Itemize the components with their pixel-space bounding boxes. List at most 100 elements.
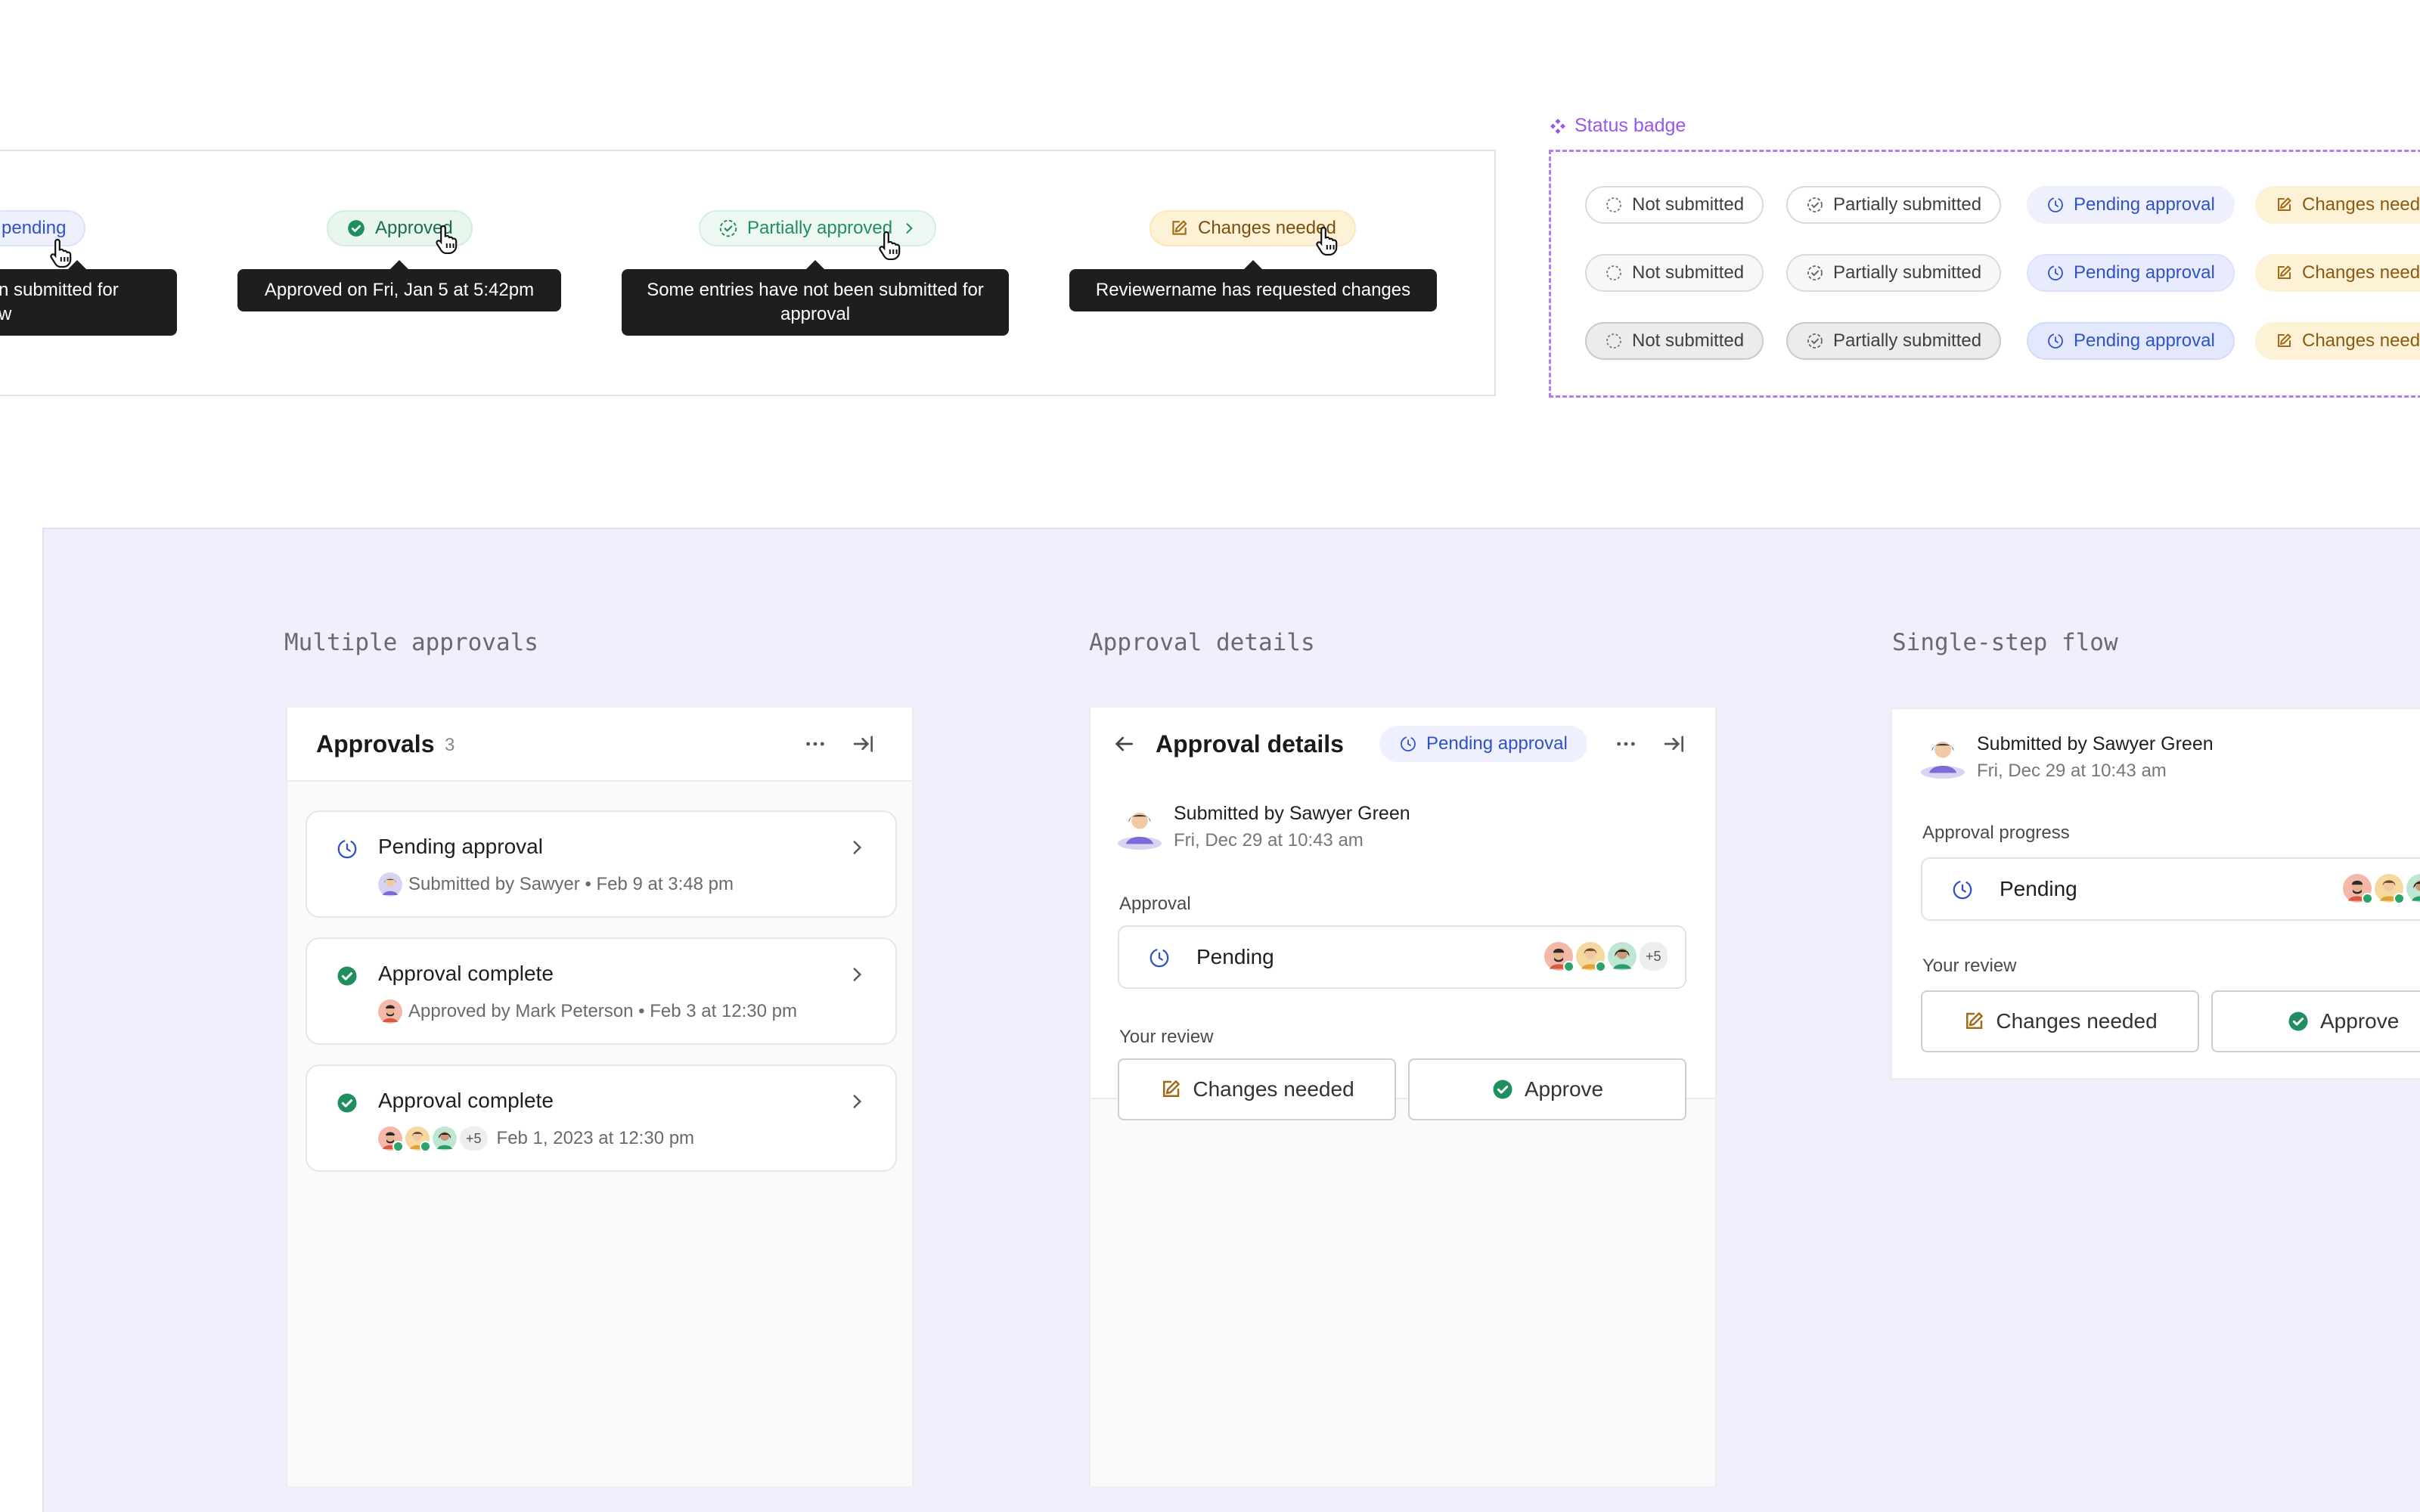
approval-card-title: Approval complete <box>378 1089 554 1112</box>
edit-icon <box>1172 220 1187 235</box>
approval-card-subtitle: Approved by Mark Peterson • Feb 3 at 12:… <box>378 999 797 1024</box>
back-arrow-icon[interactable] <box>1112 732 1136 756</box>
approve-button-label: Approve <box>1524 1077 1604 1101</box>
approve-button[interactable]: Approve <box>2211 990 2420 1052</box>
collapse-panel-icon[interactable] <box>1662 732 1686 756</box>
partial-check-icon <box>1807 265 1823 280</box>
pending-approval-badge[interactable]: Pending approval <box>1379 726 1587 762</box>
avatar <box>1576 942 1606 972</box>
submitter-name: Submitted by Sawyer Green <box>1977 733 2214 754</box>
badge-changes-needed-hover[interactable]: Changes need <box>2255 254 2420 292</box>
partial-check-icon <box>1807 333 1823 349</box>
submitted-date: Fri, Dec 29 at 10:43 am <box>1977 761 2167 781</box>
changes-needed-button[interactable]: Changes needed <box>1118 1058 1396 1120</box>
badge-label: Partially submitted <box>1833 262 1982 283</box>
approval-card[interactable]: Approval complete +5 Feb 1, 2023 at 12:3… <box>306 1064 897 1172</box>
badge-not-submitted-active[interactable]: Not submitted <box>1585 322 1764 360</box>
your-review-label: Your review <box>1922 956 2017 976</box>
edit-icon <box>1966 1012 1984 1029</box>
pending-tooltip: n submitted for w <box>0 260 177 336</box>
approval-card[interactable]: Approval complete Approved by Mark Peter… <box>306 937 897 1045</box>
check-circle-icon <box>1493 1080 1512 1099</box>
badge-label: Changes need <box>2302 262 2420 283</box>
badge-label: Changes need <box>2302 330 2420 351</box>
partial-check-icon <box>719 219 737 237</box>
approval-section-label: Approval <box>1119 894 1191 914</box>
approval-status-text: Pending <box>2000 877 2077 900</box>
badge-pending-approval-hover[interactable]: Pending approval <box>2027 254 2235 292</box>
hand-cursor-icon <box>1316 226 1338 256</box>
partially-approved-tooltip-text: Some entries have not been submitted for… <box>647 280 984 324</box>
section-title-details: Approval details <box>1089 629 1315 656</box>
changes-needed-button[interactable]: Changes needed <box>1921 990 2199 1052</box>
badge-partially-submitted-hover[interactable]: Partially submitted <box>1786 254 2002 292</box>
hand-cursor-icon <box>436 225 458 254</box>
approval-progress-label: Approval progress <box>1922 823 2070 843</box>
check-circle-icon <box>348 220 365 237</box>
approval-card-title: Pending approval <box>378 835 543 858</box>
badge-label: Pending approval <box>2074 194 2215 215</box>
approvals-panel: Approvals 3 Pending approval Submitted b… <box>286 708 914 1486</box>
badge-pending-approval-active[interactable]: Pending approval <box>2027 322 2235 360</box>
approval-card-title: Approval complete <box>378 962 554 985</box>
more-options-icon[interactable] <box>803 732 827 756</box>
badge-not-submitted-hover[interactable]: Not submitted <box>1585 254 1764 292</box>
avatar <box>1544 942 1575 972</box>
changes-needed-tooltip: Reviewername has requested changes <box>1069 260 1437 311</box>
check-circle-icon <box>337 1093 357 1113</box>
more-approvers-chip: +5 <box>1640 942 1668 971</box>
partially-approved-tooltip: Some entries have not been submitted for… <box>622 260 1009 336</box>
section-title-single: Single-step flow <box>1892 629 2118 656</box>
badge-label: Not submitted <box>1632 194 1745 215</box>
partial-check-icon <box>1807 197 1823 212</box>
badge-pending-approval[interactable]: Pending approval <box>2027 186 2235 224</box>
approval-status-text: Pending <box>1196 945 1274 968</box>
hand-cursor-icon <box>879 231 901 260</box>
badge-partially-submitted[interactable]: Partially submitted <box>1786 186 2002 224</box>
more-approvers-chip: +5 <box>460 1126 488 1151</box>
edit-icon <box>1163 1080 1181 1097</box>
badge-partially-submitted-active[interactable]: Partially submitted <box>1786 322 2002 360</box>
avatar <box>378 1126 404 1152</box>
badge-not-submitted[interactable]: Not submitted <box>1585 186 1764 224</box>
changes-needed-tooltip-text: Reviewername has requested changes <box>1095 280 1411 300</box>
changes-needed-button-label: Changes needed <box>1193 1077 1354 1101</box>
approval-details-panel: Approval details Pending approval Submit… <box>1089 708 1717 1486</box>
badge-label: Partially submitted <box>1833 194 1982 215</box>
changes-needed-button-label: Changes needed <box>1996 1009 2158 1033</box>
edit-icon <box>2278 265 2291 279</box>
status-badge-component-label: Status badge <box>1549 115 1686 137</box>
approval-card-subtitle: +5 Feb 1, 2023 at 12:30 pm <box>378 1126 695 1152</box>
pending-tooltip-line1: n submitted for <box>0 280 119 300</box>
approver-avatars: +5 <box>1544 942 1668 972</box>
approval-card-subtitle-text: Feb 1, 2023 at 12:30 pm <box>496 1128 695 1148</box>
dashed-circle-icon <box>1606 197 1621 212</box>
single-step-card: Submitted by Sawyer Green Fri, Dec 29 at… <box>1891 708 2420 1080</box>
more-options-icon[interactable] <box>1614 732 1638 756</box>
clock-icon <box>2048 197 2063 212</box>
badge-changes-needed-active[interactable]: Changes need <box>2255 322 2420 360</box>
check-circle-icon <box>337 966 357 986</box>
approval-details-header: Approval details Pending approval <box>1091 708 1715 782</box>
approval-card[interactable]: Pending approval Submitted by Sawyer • F… <box>306 810 897 918</box>
approved-tooltip-text: Approved on Fri, Jan 5 at 5:42pm <box>264 280 535 300</box>
approve-button[interactable]: Approve <box>1408 1058 1686 1120</box>
section-title-multiple: Multiple approvals <box>284 629 538 656</box>
approval-progress-row[interactable]: Pending <box>1921 857 2420 921</box>
badge-changes-needed[interactable]: Changes need <box>2255 186 2420 224</box>
clock-icon <box>1150 948 1169 968</box>
avatar <box>433 1126 457 1151</box>
partially-approved-pill-label: Partially approved <box>747 218 893 238</box>
approvals-title: Approvals <box>316 730 435 758</box>
submitter-avatar <box>1118 812 1162 850</box>
clock-icon <box>1401 736 1416 751</box>
collapse-panel-icon[interactable] <box>852 732 876 756</box>
approvals-count: 3 <box>445 735 455 755</box>
approve-button-label: Approve <box>2320 1009 2400 1033</box>
badge-label: Partially submitted <box>1833 330 1982 351</box>
badge-label: Pending approval <box>2074 262 2215 283</box>
avatar <box>2375 874 2405 904</box>
badge-label: Not submitted <box>1632 262 1745 283</box>
pending-tooltip-line2: w <box>0 304 12 324</box>
approval-progress-row[interactable]: Pending +5 <box>1118 925 1686 989</box>
